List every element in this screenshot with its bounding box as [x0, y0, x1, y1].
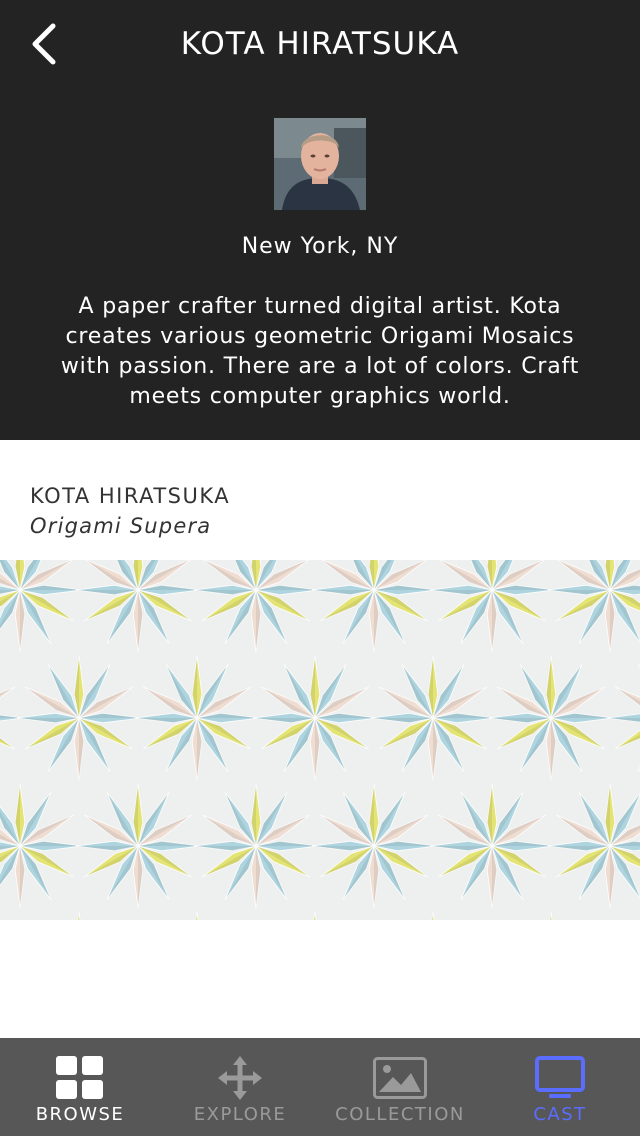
artwork-image[interactable] [0, 560, 640, 920]
artist-header: KOTA HIRATSUKA New York, NY A paper craf… [0, 0, 640, 440]
tab-browse[interactable]: BROWSE [0, 1038, 160, 1136]
page-title: KOTA HIRATSUKA [180, 26, 460, 62]
tab-label: EXPLORE [193, 1104, 287, 1125]
tab-bar: BROWSE EXPLORE COLLECTION CAST [0, 1038, 640, 1136]
avatar [274, 118, 366, 210]
grid-icon [53, 1056, 107, 1100]
tab-label: CAST [533, 1104, 587, 1125]
tab-label: BROWSE [35, 1104, 125, 1125]
artwork-title: Origami Supera [30, 514, 212, 538]
artist-bio: A paper crafter turned digital artist. K… [60, 294, 580, 409]
move-arrows-icon [213, 1056, 267, 1100]
tab-label: COLLECTION [335, 1104, 465, 1125]
tab-cast[interactable]: CAST [480, 1038, 640, 1136]
cast-screen-icon [533, 1056, 587, 1100]
artist-location: New York, NY [241, 234, 399, 259]
tab-explore[interactable]: EXPLORE [160, 1038, 320, 1136]
tab-collection[interactable]: COLLECTION [320, 1038, 480, 1136]
artwork-artist-name: KOTA HIRATSUKA [30, 484, 231, 508]
image-icon [373, 1056, 427, 1100]
